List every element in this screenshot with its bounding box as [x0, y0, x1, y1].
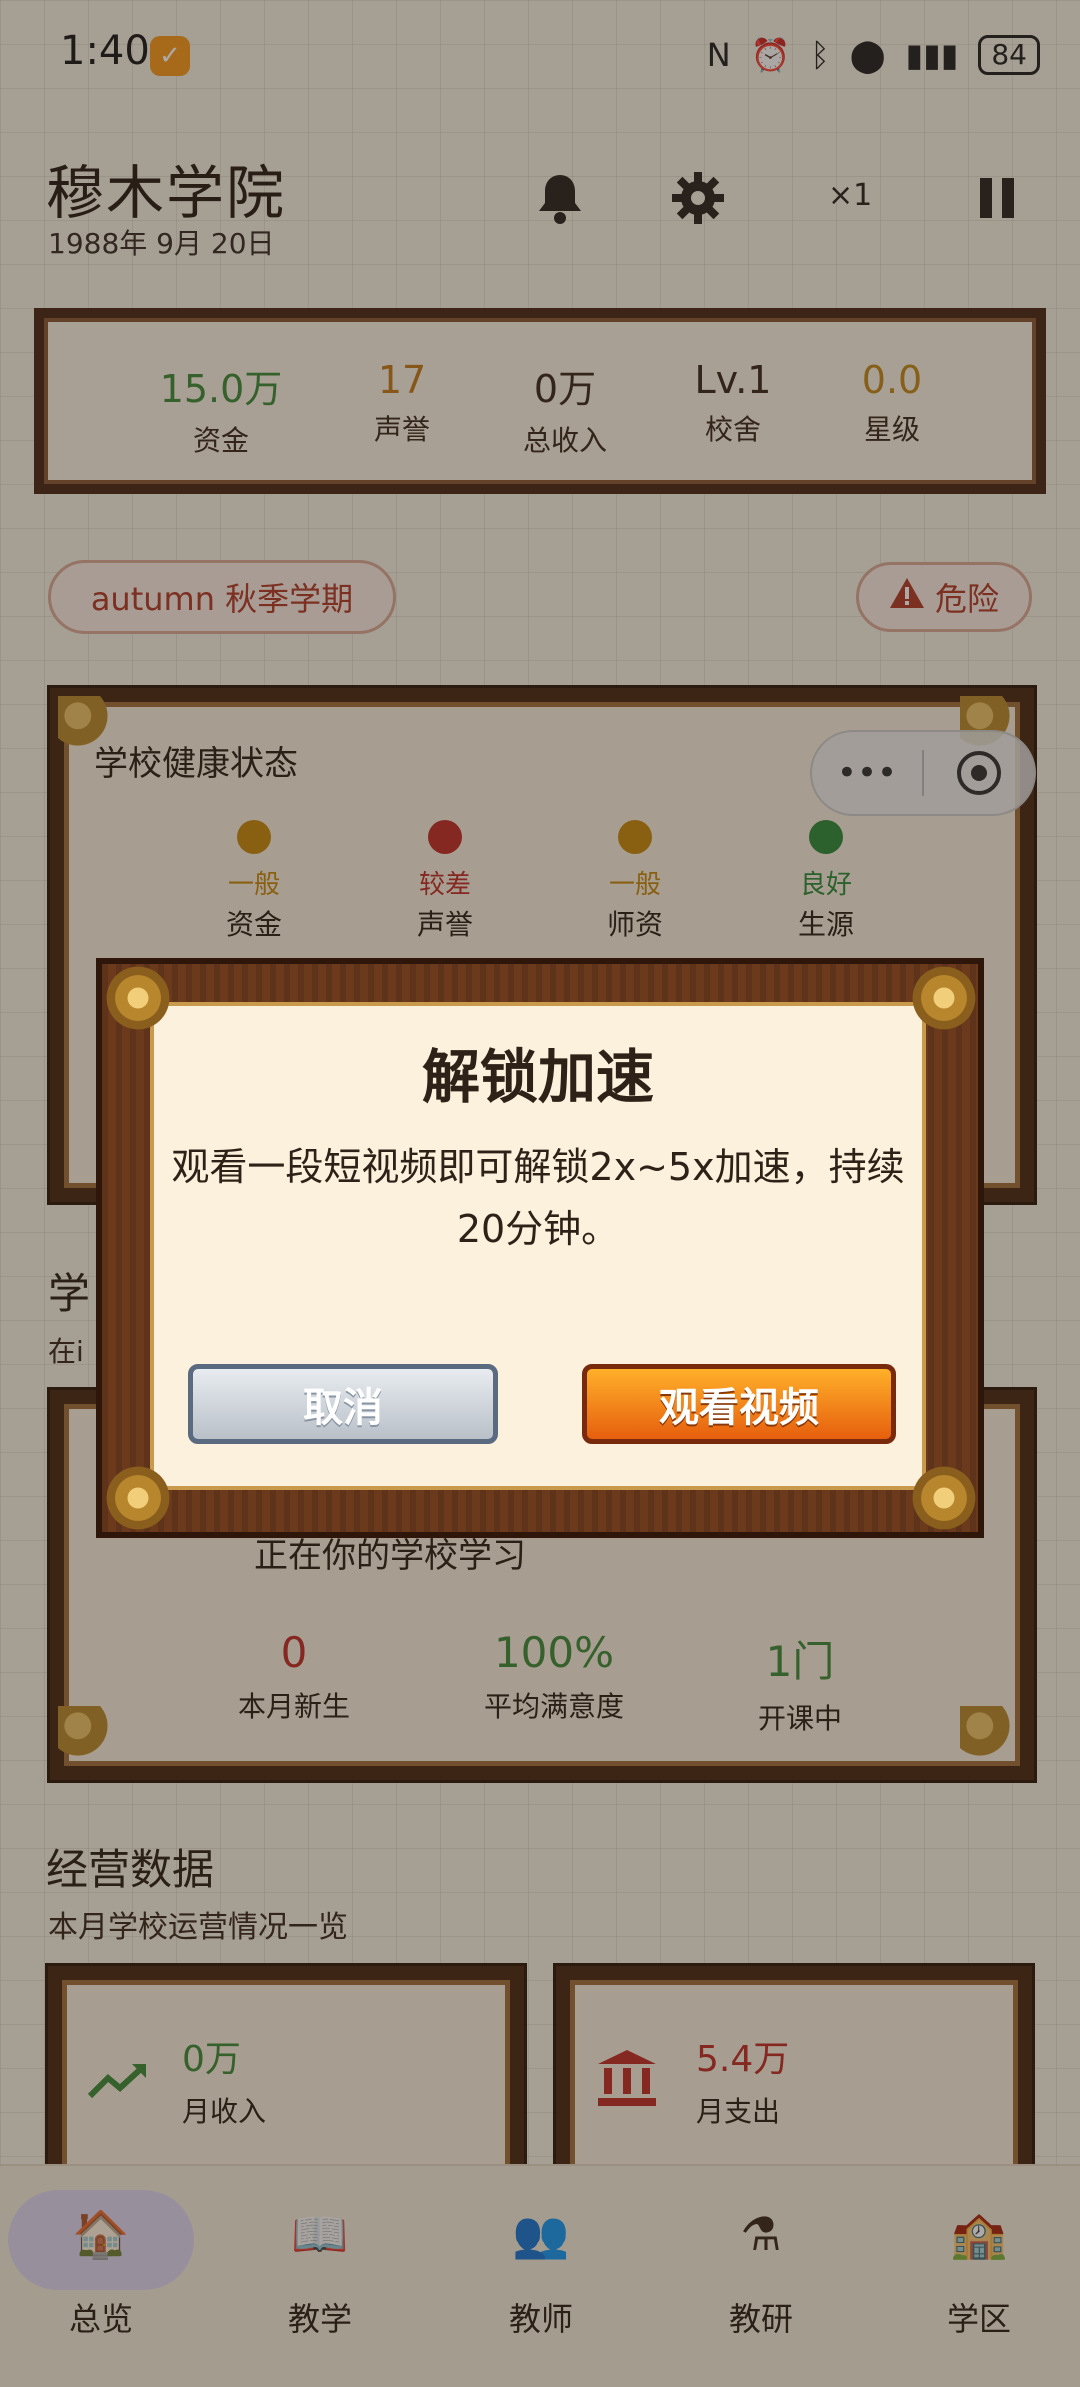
- dialog-description: 观看一段短视频即可解锁2x~5x加速，持续20分钟。: [171, 1145, 905, 1251]
- ornament-icon: [904, 958, 984, 1038]
- watch-video-button[interactable]: 观看视频: [582, 1364, 896, 1444]
- dialog-title: 解锁加速: [421, 1043, 654, 1111]
- cancel-button[interactable]: 取消: [188, 1364, 498, 1444]
- ornament-icon: [98, 1458, 178, 1538]
- ornament-icon: [98, 958, 178, 1038]
- ornament-icon: [904, 1458, 984, 1538]
